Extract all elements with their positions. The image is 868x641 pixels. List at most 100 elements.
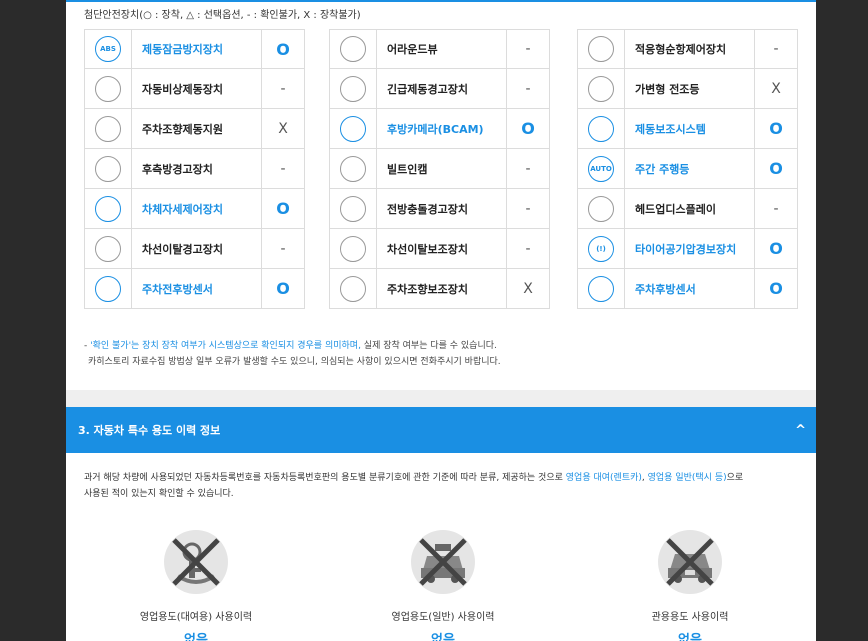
option-status: O — [769, 279, 783, 298]
brake-assist-icon — [588, 115, 614, 142]
option-name: 제동잠금방지장치 — [132, 30, 262, 68]
stability-control-icon — [95, 195, 121, 222]
option-row: 어라운드뷰 - — [329, 29, 550, 69]
option-row: (!) 타이어공기압경보장치 O — [577, 229, 798, 269]
option-row: 헤드업디스플레이 - — [577, 189, 798, 229]
option-row: 자동비상제동장치 - — [84, 69, 305, 109]
option-name: 헤드업디스플레이 — [625, 189, 755, 228]
usage-government-label: 관용용도 사용이력 — [651, 612, 729, 623]
option-name: 주차전후방센서 — [132, 269, 262, 308]
option-icon-cell — [330, 189, 377, 228]
option-icon-cell — [578, 30, 625, 68]
option-status: - — [525, 240, 531, 257]
option-row: 주차전후방센서 O — [84, 269, 305, 309]
option-name: 어라운드뷰 — [377, 30, 507, 68]
option-icon-cell: (!) — [578, 229, 625, 268]
section-gap — [66, 390, 816, 407]
notes-rest: 실제 장착 여부는 다를 수 있습니다. — [360, 341, 497, 351]
option-status: X — [523, 280, 533, 297]
option-icon-cell — [578, 189, 625, 228]
option-name: 주간 주행등 — [625, 149, 755, 188]
usage-general-label: 영업용도(일반) 사용이력 — [391, 612, 495, 623]
government-car-crossed-icon — [658, 530, 722, 594]
option-icon-cell: ABS — [85, 30, 132, 68]
option-row: 제동보조시스템 O — [577, 109, 798, 149]
desc-text: 과거 해당 차량에 사용되었던 자동차등록번호를 자동차등록번호판의 용도별 분… — [84, 473, 566, 483]
option-status: X — [278, 120, 288, 137]
usage-government-value: 없음 — [678, 633, 702, 641]
option-icon-cell — [85, 149, 132, 188]
option-name: 빌트인캠 — [377, 149, 507, 188]
option-name: 자동비상제동장치 — [132, 69, 262, 108]
option-icon-cell — [85, 69, 132, 108]
option-status: - — [280, 240, 286, 257]
top-accent-line — [66, 0, 816, 2]
rear-sensor-icon — [588, 275, 614, 302]
desc-line-2: 사용된 적이 있는지 확인할 수 있습니다. — [84, 489, 234, 499]
option-status: - — [773, 200, 779, 217]
rear-camera-icon — [340, 115, 366, 142]
option-status: - — [525, 160, 531, 177]
option-row: 차체자세제어장치 O — [84, 189, 305, 229]
option-row: AUTO 주간 주행등 O — [577, 149, 798, 189]
option-icon-cell — [330, 69, 377, 108]
option-row: ABS 제동잠금방지장치 O — [84, 29, 305, 69]
special-usage-section-header[interactable]: 3. 자동차 특수 용도 이력 정보 ^ — [66, 407, 816, 453]
option-icon-cell — [578, 109, 625, 148]
builtin-cam-icon — [340, 155, 366, 182]
option-icon-cell — [85, 109, 132, 148]
desc-text-end: 으로 — [726, 473, 744, 483]
option-name: 제동보조시스템 — [625, 109, 755, 148]
option-icon-cell — [330, 269, 377, 308]
usage-government: 관용용도 사용이력 없음 — [600, 530, 780, 641]
usage-rental: 영업용도(대여용) 사용이력 없음 — [106, 530, 286, 641]
desc-highlight-rental: 영업용 대여(렌트카) — [565, 473, 642, 483]
option-name: 긴급제동경고장치 — [377, 69, 507, 108]
parking-sensor-icon — [95, 275, 121, 302]
option-name: 주차조향보조장치 — [377, 269, 507, 308]
option-name: 가변형 전조등 — [625, 69, 755, 108]
abs-icon: ABS — [95, 36, 121, 62]
parking-steer-icon — [95, 115, 121, 142]
option-status: O — [276, 199, 290, 218]
lane-departure-icon — [95, 235, 121, 262]
option-row: 빌트인캠 - — [329, 149, 550, 189]
usage-general: 영업용도(일반) 사용이력 없음 — [353, 530, 533, 641]
option-status: - — [773, 41, 779, 57]
option-row: 가변형 전조등 X — [577, 69, 798, 109]
option-row: 주차조향제동지원 X — [84, 109, 305, 149]
option-status: - — [280, 80, 286, 97]
tire-pressure-icon: (!) — [588, 235, 614, 262]
option-icon-cell — [578, 269, 625, 308]
collapse-caret-icon[interactable]: ^ — [795, 423, 806, 438]
option-name: 적응형순항제어장치 — [625, 30, 755, 68]
parking-assist-icon — [340, 275, 366, 302]
option-icon-cell — [330, 229, 377, 268]
section-title: 3. 자동차 특수 용도 이력 정보 — [78, 424, 221, 437]
option-status: O — [276, 39, 290, 59]
emergency-warning-icon — [340, 75, 366, 102]
option-status: X — [771, 80, 781, 97]
option-name: 차선이탈경고장치 — [132, 229, 262, 268]
option-row: 긴급제동경고장치 - — [329, 69, 550, 109]
adaptive-cruise-icon — [588, 36, 614, 62]
taxi-crossed-icon — [411, 530, 475, 594]
option-row: 주차조향보조장치 X — [329, 269, 550, 309]
option-name: 전방충돌경고장치 — [377, 189, 507, 228]
option-name: 타이어공기압경보장치 — [625, 229, 755, 268]
notes-line-1: - '확인 불가'는 장치 장착 여부가 시스템상으로 확인되지 경우를 의미하… — [84, 338, 501, 354]
option-icon-cell — [578, 69, 625, 108]
notes-line-2: 카히스토리 자료수집 방법상 일부 오류가 발생할 수도 있으니, 의심되는 사… — [88, 357, 501, 367]
daytime-light-icon: AUTO — [588, 155, 614, 182]
around-view-icon — [340, 36, 366, 62]
option-icon-cell: AUTO — [578, 149, 625, 188]
option-status: - — [525, 41, 531, 57]
usage-general-value: 없음 — [431, 633, 455, 641]
option-icon-cell — [85, 229, 132, 268]
report-page: 첨단안전장치(○ : 장착, △ : 선택옵션, - : 확인불가, X : 장… — [66, 0, 816, 641]
option-name: 후방카메라(BCAM) — [377, 109, 507, 148]
notes-highlight: '확인 불가'는 장치 장착 여부가 시스템상으로 확인되지 경우를 의미하며, — [90, 341, 361, 351]
option-name: 차체자세제어장치 — [132, 189, 262, 228]
emergency-brake-icon — [95, 75, 121, 102]
option-row: 적응형순항제어장치 - — [577, 29, 798, 69]
